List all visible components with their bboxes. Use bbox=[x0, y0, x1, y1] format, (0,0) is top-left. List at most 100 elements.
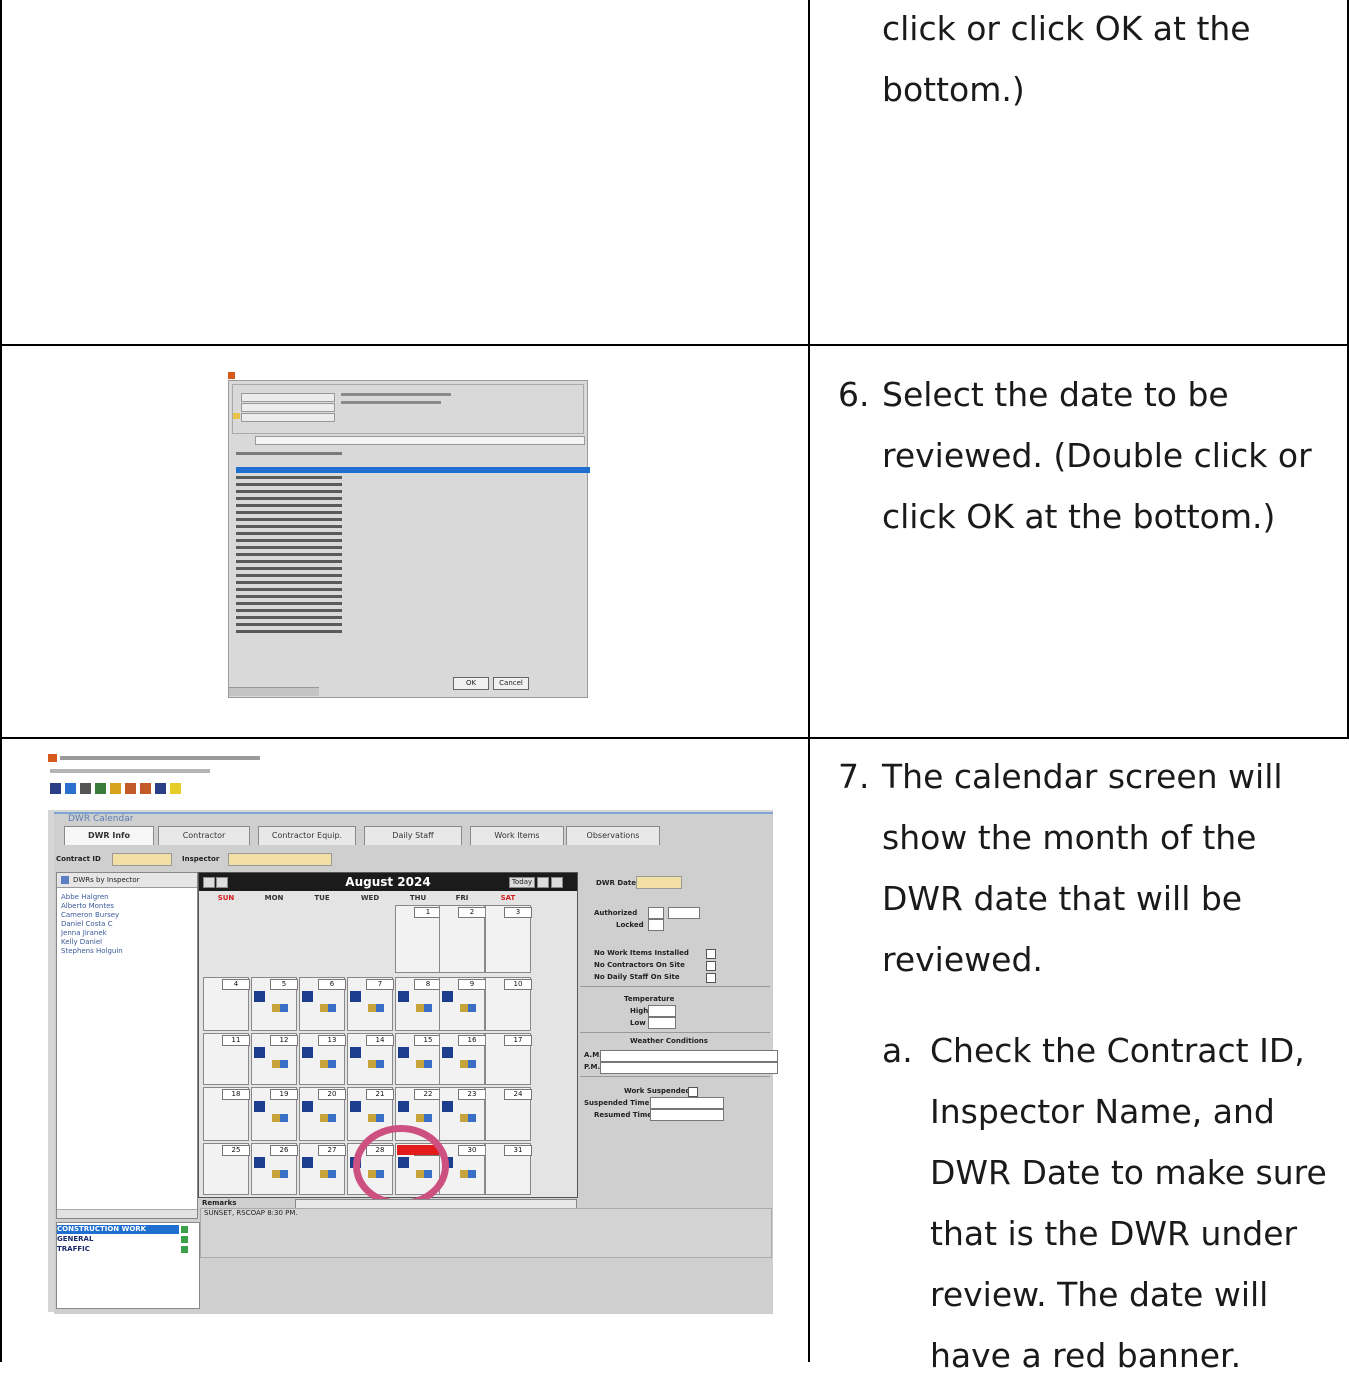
low-temp-input[interactable] bbox=[648, 1017, 676, 1029]
calendar-day[interactable]: 12 bbox=[251, 1033, 298, 1085]
list-row[interactable] bbox=[236, 587, 342, 593]
toolbar-icon[interactable] bbox=[50, 783, 61, 794]
work-type-item[interactable]: CONSTRUCTION WORK bbox=[57, 1225, 179, 1234]
list-row[interactable] bbox=[236, 580, 342, 586]
calendar-day[interactable]: 13 bbox=[299, 1033, 346, 1085]
list-row[interactable] bbox=[236, 489, 342, 495]
calendar-day[interactable]: 23 bbox=[439, 1087, 486, 1141]
calendar-day[interactable]: 15 bbox=[395, 1033, 442, 1085]
calendar-day[interactable]: 31 bbox=[485, 1143, 532, 1195]
inspector-item[interactable]: Stephens Holguin bbox=[61, 947, 195, 956]
inspector-item[interactable]: Alberto Montes bbox=[61, 902, 195, 911]
calendar-day[interactable]: 5 bbox=[251, 977, 298, 1031]
tab-daily-staff[interactable]: Daily Staff bbox=[364, 826, 462, 845]
inspector-item[interactable]: Abbe Halgren bbox=[61, 893, 195, 902]
calendar-day[interactable]: 24 bbox=[485, 1087, 532, 1141]
cancel-button[interactable]: Cancel bbox=[493, 677, 529, 690]
list-row[interactable] bbox=[236, 538, 342, 544]
list-row-selected[interactable] bbox=[236, 467, 590, 473]
calendar-day[interactable]: 1 bbox=[395, 905, 442, 973]
calendar-day[interactable]: 27 bbox=[299, 1143, 346, 1195]
calendar-day[interactable]: 18 bbox=[203, 1087, 250, 1141]
list-row[interactable] bbox=[236, 496, 342, 502]
toolbar-icon[interactable] bbox=[65, 783, 76, 794]
no-daily-staff-checkbox[interactable] bbox=[706, 973, 716, 983]
calendar-day[interactable]: 14 bbox=[347, 1033, 394, 1085]
work-type-panel[interactable]: CONSTRUCTION WORK GENERAL TRAFFIC bbox=[56, 1222, 200, 1309]
prev-year-button[interactable] bbox=[203, 877, 215, 888]
calendar-day[interactable]: 17 bbox=[485, 1033, 532, 1085]
suspended-time-input[interactable] bbox=[650, 1097, 724, 1109]
calendar-day[interactable]: 10 bbox=[485, 977, 532, 1031]
month-calendar[interactable]: August 2024 Today SUN MON TUE WED THU FRI SAT 1… bbox=[198, 872, 578, 1247]
prev-month-button[interactable] bbox=[216, 877, 228, 888]
tab-work-items[interactable]: Work Items bbox=[470, 826, 564, 845]
toolbar-icon[interactable] bbox=[80, 783, 91, 794]
list-row[interactable] bbox=[236, 608, 342, 614]
list-row[interactable] bbox=[236, 475, 342, 481]
locked-field[interactable] bbox=[648, 919, 664, 931]
list-row[interactable] bbox=[236, 545, 342, 551]
inspector-panel[interactable]: DWRs by Inspector Abbe Halgren Alberto M… bbox=[56, 872, 198, 1219]
list-row[interactable] bbox=[236, 615, 342, 621]
toolbar-icon[interactable] bbox=[110, 783, 121, 794]
tab-observations[interactable]: Observations bbox=[566, 826, 660, 845]
horizontal-scrollbar[interactable] bbox=[57, 1209, 197, 1218]
inspector-item[interactable]: Kelly Daniel bbox=[61, 938, 195, 947]
tab-contractor[interactable]: Contractor bbox=[158, 826, 250, 845]
calendar-day[interactable]: 11 bbox=[203, 1033, 250, 1085]
today-button[interactable]: Today bbox=[509, 877, 535, 888]
work-suspended-checkbox[interactable] bbox=[688, 1087, 698, 1097]
calendar-day[interactable]: 6 bbox=[299, 977, 346, 1031]
list-row[interactable] bbox=[236, 559, 342, 565]
list-row[interactable] bbox=[236, 510, 342, 516]
ok-button[interactable]: OK bbox=[453, 677, 489, 690]
calendar-day[interactable]: 3 bbox=[485, 905, 532, 973]
toolbar-icon[interactable] bbox=[170, 783, 181, 794]
pm-weather-input[interactable] bbox=[600, 1062, 778, 1074]
calendar-day[interactable]: 7 bbox=[347, 977, 394, 1031]
list-row[interactable] bbox=[236, 566, 342, 572]
calendar-day[interactable]: 8 bbox=[395, 977, 442, 1031]
tab-contractor-equip[interactable]: Contractor Equip. bbox=[258, 826, 356, 845]
list-row[interactable] bbox=[236, 517, 342, 523]
no-contractor-checkbox[interactable] bbox=[706, 961, 716, 971]
list-row[interactable] bbox=[236, 594, 342, 600]
toolbar-icon[interactable] bbox=[140, 783, 151, 794]
work-type-item[interactable]: GENERAL bbox=[57, 1235, 179, 1244]
toolbar-icon[interactable] bbox=[125, 783, 136, 794]
inspector-item[interactable]: Daniel Costa C bbox=[61, 920, 195, 929]
calendar-day[interactable]: 4 bbox=[203, 977, 250, 1031]
calendar-day[interactable]: 16 bbox=[439, 1033, 486, 1085]
work-type-item[interactable]: TRAFFIC bbox=[57, 1245, 179, 1254]
am-weather-input[interactable] bbox=[600, 1050, 778, 1062]
list-row[interactable] bbox=[236, 531, 342, 537]
list-row[interactable] bbox=[236, 524, 342, 530]
dwr-date-field[interactable] bbox=[636, 876, 682, 889]
authorized-date-field[interactable] bbox=[668, 907, 700, 919]
list-row[interactable] bbox=[236, 552, 342, 558]
calendar-day[interactable]: 19 bbox=[251, 1087, 298, 1141]
list-row[interactable] bbox=[236, 482, 342, 488]
list-row[interactable] bbox=[236, 503, 342, 509]
inspector-item[interactable]: Cameron Bursey bbox=[61, 911, 195, 920]
list-row[interactable] bbox=[236, 573, 342, 579]
inspector-list[interactable]: Abbe Halgren Alberto Montes Cameron Burs… bbox=[61, 893, 195, 956]
filter-input[interactable] bbox=[255, 436, 585, 445]
calendar-day[interactable]: 20 bbox=[299, 1087, 346, 1141]
next-year-button[interactable] bbox=[551, 877, 563, 888]
list-row[interactable] bbox=[236, 629, 342, 635]
list-row[interactable] bbox=[236, 622, 342, 628]
tab-dwr-info[interactable]: DWR Info bbox=[64, 826, 154, 845]
next-month-button[interactable] bbox=[537, 877, 549, 888]
toolbar-icon[interactable] bbox=[155, 783, 166, 794]
resumed-time-input[interactable] bbox=[650, 1109, 724, 1121]
calendar-day[interactable]: 25 bbox=[203, 1143, 250, 1195]
list-row[interactable] bbox=[236, 601, 342, 607]
date-list[interactable] bbox=[232, 451, 590, 661]
inspector-item[interactable]: Jenna Jiranek bbox=[61, 929, 195, 938]
calendar-day[interactable]: 9 bbox=[439, 977, 486, 1031]
toolbar-icon[interactable] bbox=[95, 783, 106, 794]
calendar-day[interactable]: 2 bbox=[439, 905, 486, 973]
high-temp-input[interactable] bbox=[648, 1005, 676, 1017]
